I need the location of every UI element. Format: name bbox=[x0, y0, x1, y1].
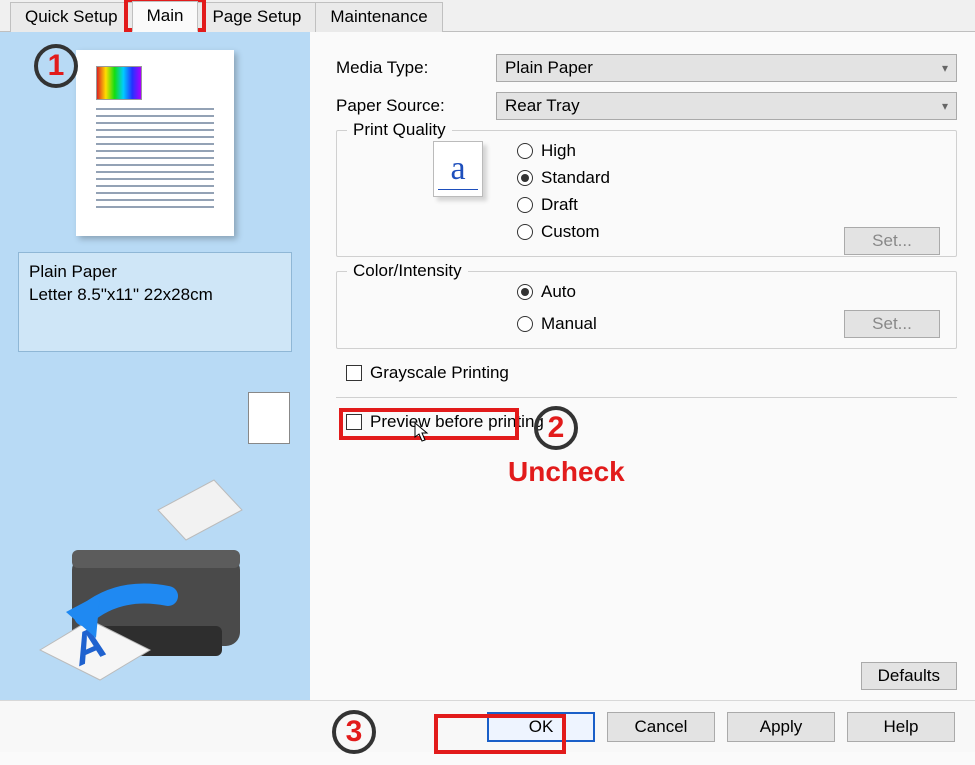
radio-auto[interactable]: Auto bbox=[517, 282, 597, 302]
cancel-button[interactable]: Cancel bbox=[607, 712, 715, 742]
group-title: Print Quality bbox=[347, 120, 452, 140]
preview-before-printing-checkbox[interactable]: Preview before printing bbox=[346, 412, 957, 432]
ok-button[interactable]: OK bbox=[487, 712, 595, 742]
checkbox-icon bbox=[346, 365, 362, 381]
help-button[interactable]: Help bbox=[847, 712, 955, 742]
chevron-down-icon: ▾ bbox=[942, 99, 948, 113]
paper-source-select[interactable]: Rear Tray ▾ bbox=[496, 92, 957, 120]
chevron-down-icon: ▾ bbox=[942, 61, 948, 75]
set-color-button[interactable]: Set... bbox=[844, 310, 940, 338]
radio-manual[interactable]: Manual bbox=[517, 314, 597, 334]
radio-custom[interactable]: Custom bbox=[517, 222, 610, 242]
radio-label: Manual bbox=[541, 314, 597, 334]
tab-bar: Quick Setup Main Page Setup Maintenance bbox=[0, 0, 975, 32]
media-type-select[interactable]: Plain Paper ▾ bbox=[496, 54, 957, 82]
select-value: Plain Paper bbox=[505, 58, 593, 78]
radio-draft[interactable]: Draft bbox=[517, 195, 610, 215]
checkbox-label: Preview before printing bbox=[370, 412, 544, 432]
tab-quick-setup[interactable]: Quick Setup bbox=[10, 2, 133, 32]
orientation-thumbnail[interactable] bbox=[248, 392, 290, 444]
grayscale-printing-checkbox[interactable]: Grayscale Printing bbox=[346, 363, 957, 383]
content-area: Plain Paper Letter 8.5"x11" 22x28cm A Me… bbox=[0, 32, 975, 700]
checkbox-icon bbox=[346, 414, 362, 430]
radio-high[interactable]: High bbox=[517, 141, 610, 161]
defaults-button[interactable]: Defaults bbox=[861, 662, 957, 690]
media-type-label: Media Type: bbox=[336, 58, 496, 78]
radio-label: Draft bbox=[541, 195, 578, 215]
radio-label: Auto bbox=[541, 282, 576, 302]
tab-maintenance[interactable]: Maintenance bbox=[315, 2, 442, 32]
settings-panel: Media Type: Plain Paper ▾ Paper Source: … bbox=[310, 32, 975, 700]
tab-page-setup[interactable]: Page Setup bbox=[197, 2, 316, 32]
select-value: Rear Tray bbox=[505, 96, 580, 116]
letter-a-icon: a bbox=[433, 141, 483, 197]
tab-label: Page Setup bbox=[212, 7, 301, 26]
tab-label: Maintenance bbox=[330, 7, 427, 26]
checkbox-label: Grayscale Printing bbox=[370, 363, 509, 383]
page-preview bbox=[76, 50, 234, 236]
paper-size-label: Letter 8.5"x11" 22x28cm bbox=[29, 284, 281, 307]
printer-icon: A bbox=[18, 466, 298, 686]
tab-label: Quick Setup bbox=[25, 7, 118, 26]
dialog-button-bar: OK Cancel Apply Help bbox=[0, 700, 975, 752]
radio-standard[interactable]: Standard bbox=[517, 168, 610, 188]
tab-label: Main bbox=[147, 6, 184, 25]
tab-main[interactable]: Main bbox=[132, 1, 199, 32]
group-title: Color/Intensity bbox=[347, 261, 468, 281]
preview-panel: Plain Paper Letter 8.5"x11" 22x28cm A bbox=[0, 32, 310, 700]
apply-button[interactable]: Apply bbox=[727, 712, 835, 742]
paper-source-label: Paper Source: bbox=[336, 96, 496, 116]
set-quality-button[interactable]: Set... bbox=[844, 227, 940, 255]
rainbow-swatch-icon bbox=[96, 66, 142, 100]
radio-label: Custom bbox=[541, 222, 600, 242]
paper-type-label: Plain Paper bbox=[29, 261, 281, 284]
paper-info-box: Plain Paper Letter 8.5"x11" 22x28cm bbox=[18, 252, 292, 352]
radio-label: High bbox=[541, 141, 576, 161]
print-quality-group: Print Quality a High Standard Draft Cust… bbox=[336, 130, 957, 257]
radio-label: Standard bbox=[541, 168, 610, 188]
color-intensity-group: Color/Intensity Auto Manual Set... bbox=[336, 271, 957, 349]
